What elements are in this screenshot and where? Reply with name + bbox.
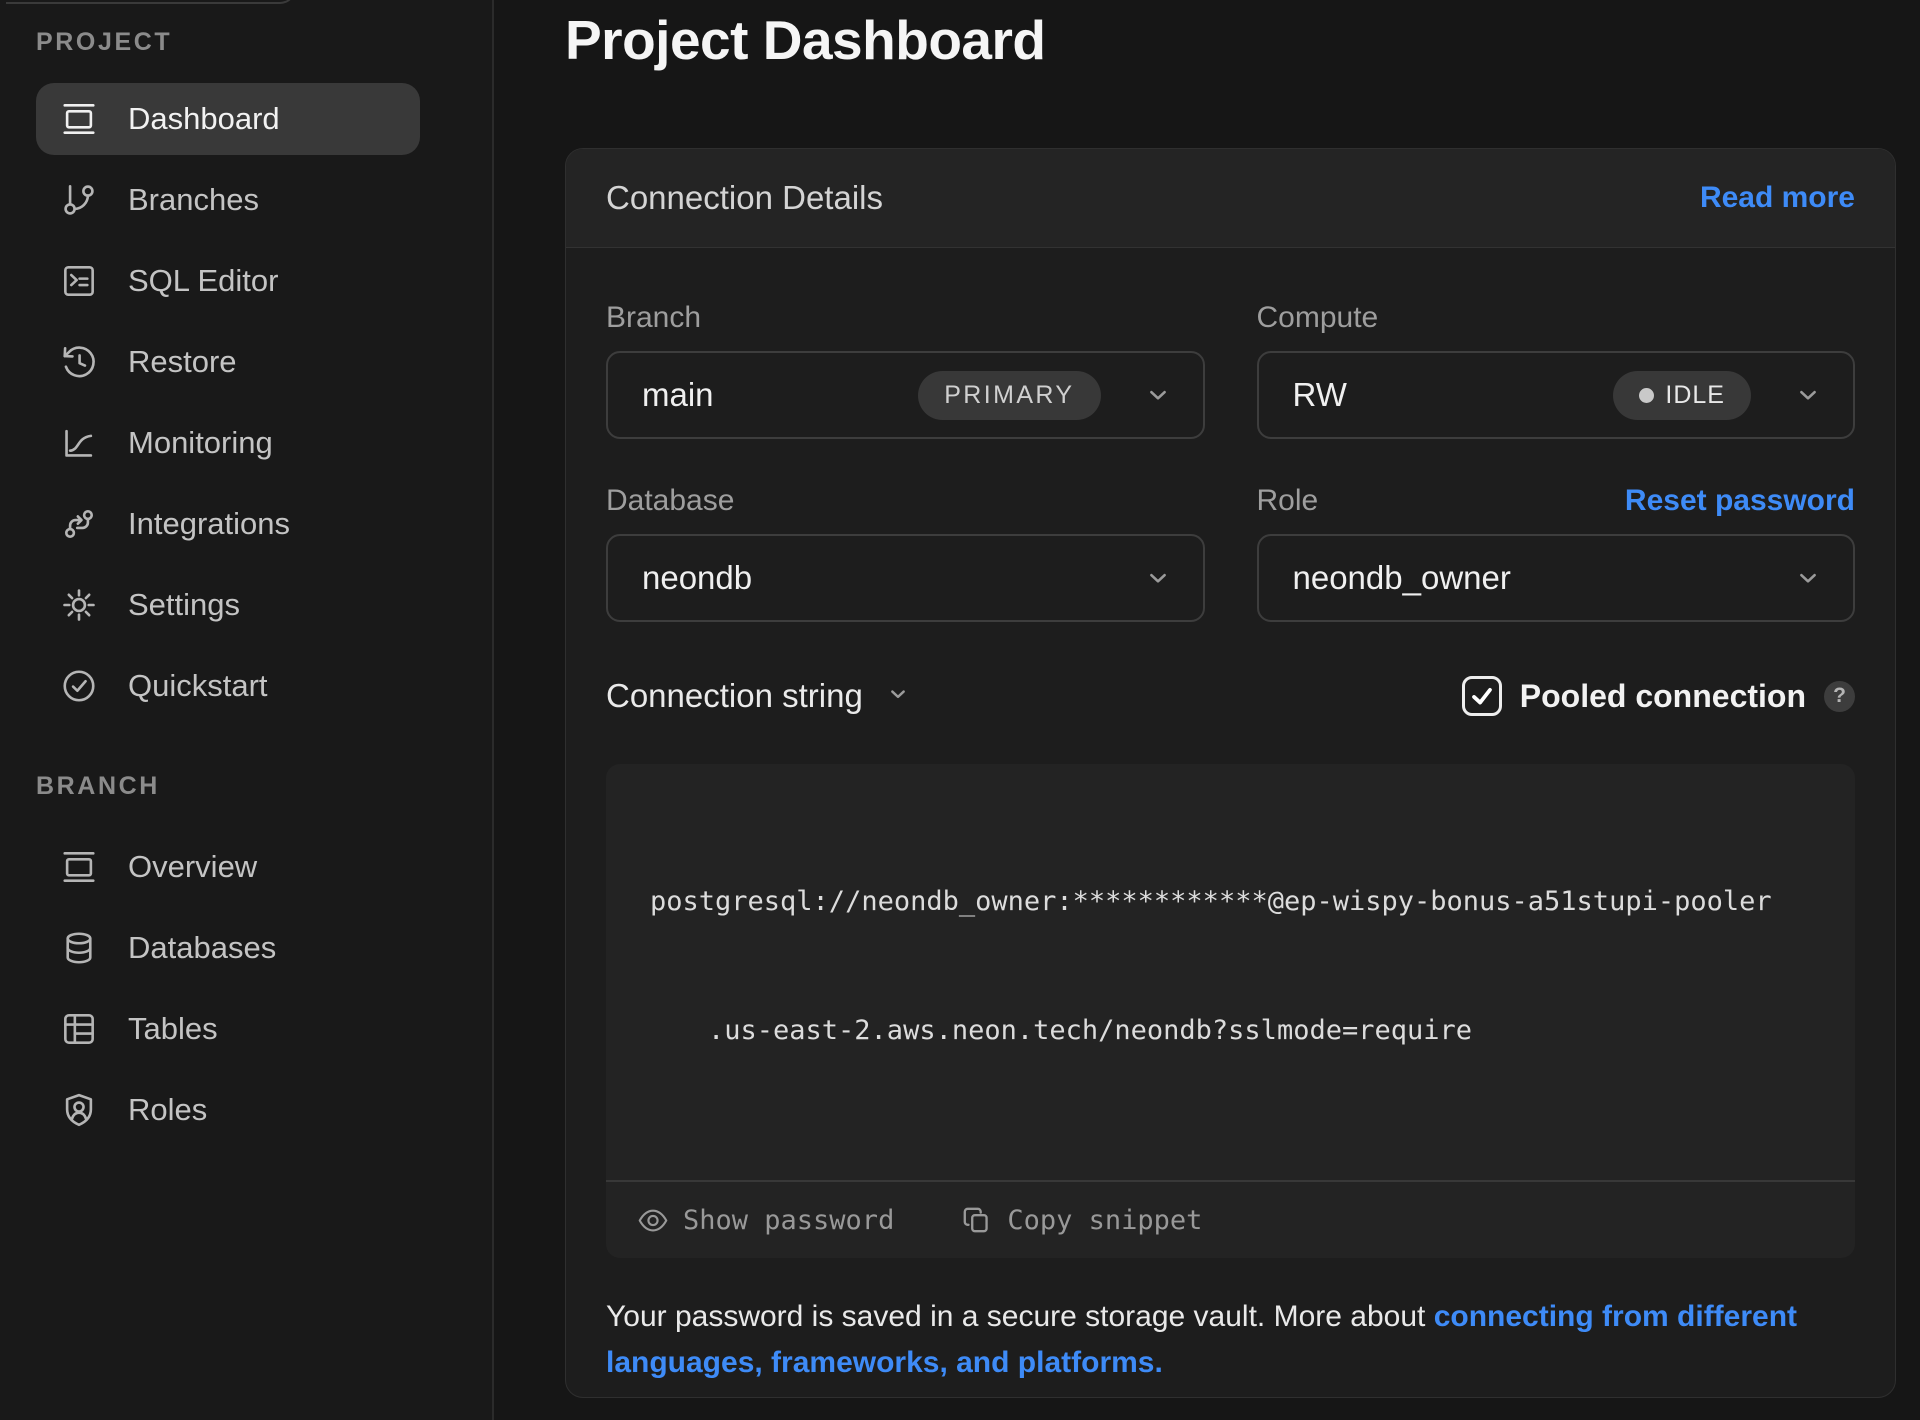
sidebar-item-label: SQL Editor bbox=[128, 263, 278, 299]
sidebar-item-label: Monitoring bbox=[128, 425, 273, 461]
connection-string-line1: postgresql://neondb_owner:************@e… bbox=[650, 880, 1825, 923]
gear-icon bbox=[60, 586, 98, 624]
integrations-icon bbox=[60, 505, 98, 543]
sidebar-item-label: Settings bbox=[128, 587, 240, 623]
sidebar-item-restore[interactable]: Restore bbox=[36, 326, 420, 398]
field-row-2: Database neondb Role Reset password bbox=[606, 483, 1855, 622]
idle-badge-label: IDLE bbox=[1665, 381, 1725, 410]
card-title: Connection Details bbox=[606, 179, 883, 217]
sidebar-item-label: Dashboard bbox=[128, 101, 280, 137]
card-body: Branch main PRIMARY Compute bbox=[566, 248, 1895, 1386]
sql-editor-icon bbox=[60, 262, 98, 300]
show-password-label: Show password bbox=[683, 1205, 894, 1236]
connection-string-dropdown[interactable]: Connection string bbox=[606, 677, 915, 715]
copy-snippet-label: Copy snippet bbox=[1007, 1205, 1202, 1236]
restore-clock-icon bbox=[60, 343, 98, 381]
primary-badge: PRIMARY bbox=[918, 371, 1100, 420]
connection-string-line2: .us-east-2.aws.neon.tech/neondb?sslmode=… bbox=[650, 1009, 1825, 1052]
page-title: Project Dashboard bbox=[565, 8, 1046, 72]
sidebar-item-settings[interactable]: Settings bbox=[36, 569, 420, 641]
table-icon bbox=[60, 1010, 98, 1048]
sidebar-section-branch: BRANCH bbox=[36, 772, 160, 801]
shield-user-icon bbox=[60, 1091, 98, 1129]
branch-select[interactable]: main PRIMARY bbox=[606, 351, 1205, 439]
role-value: neondb_owner bbox=[1293, 559, 1511, 597]
project-nav: Dashboard Branches SQL Editor Restore bbox=[36, 83, 420, 731]
connection-string-label: Connection string bbox=[606, 677, 863, 715]
sidebar-item-label: Quickstart bbox=[128, 668, 268, 704]
pooled-connection-label: Pooled connection bbox=[1520, 678, 1806, 715]
dashboard-icon bbox=[60, 100, 98, 138]
project-selector-edge bbox=[6, 0, 296, 4]
pooled-connection-checkbox[interactable] bbox=[1462, 676, 1502, 716]
help-icon[interactable]: ? bbox=[1824, 681, 1855, 712]
read-more-link[interactable]: Read more bbox=[1700, 181, 1855, 215]
chevron-down-icon bbox=[1793, 563, 1823, 593]
connection-string-code-block: postgresql://neondb_owner:************@e… bbox=[606, 764, 1855, 1258]
password-note: Your password is saved in a secure stora… bbox=[606, 1294, 1821, 1386]
sidebar-item-label: Integrations bbox=[128, 506, 290, 542]
role-select[interactable]: neondb_owner bbox=[1257, 534, 1856, 622]
sidebar-item-databases[interactable]: Databases bbox=[36, 912, 420, 984]
sidebar-item-tables[interactable]: Tables bbox=[36, 993, 420, 1065]
connection-string-row: Connection string Pooled connection ? bbox=[606, 672, 1855, 720]
reset-password-link[interactable]: Reset password bbox=[1625, 484, 1855, 518]
card-header: Connection Details Read more bbox=[566, 149, 1895, 248]
idle-badge: IDLE bbox=[1613, 371, 1751, 420]
branch-field: Branch main PRIMARY bbox=[606, 300, 1205, 439]
compute-field: Compute RW IDLE bbox=[1257, 300, 1856, 439]
compute-select[interactable]: RW IDLE bbox=[1257, 351, 1856, 439]
copy-snippet-button[interactable]: Copy snippet bbox=[960, 1203, 1202, 1237]
database-value: neondb bbox=[642, 559, 752, 597]
sidebar-item-label: Overview bbox=[128, 849, 257, 885]
chevron-down-icon bbox=[885, 681, 915, 711]
sidebar-item-label: Roles bbox=[128, 1092, 207, 1128]
neon-console-screen: PROJECT Dashboard Branches SQL Editor bbox=[0, 0, 1920, 1420]
pooled-connection-control: Pooled connection ? bbox=[1462, 676, 1855, 716]
check-circle-icon bbox=[60, 667, 98, 705]
sidebar-item-label: Tables bbox=[128, 1011, 218, 1047]
compute-value: RW bbox=[1293, 376, 1347, 414]
sidebar-item-quickstart[interactable]: Quickstart bbox=[36, 650, 420, 722]
connection-string-text: postgresql://neondb_owner:************@e… bbox=[606, 764, 1855, 1138]
sidebar-item-integrations[interactable]: Integrations bbox=[36, 488, 420, 560]
sidebar-item-label: Databases bbox=[128, 930, 276, 966]
monitoring-chart-icon bbox=[60, 424, 98, 462]
chevron-down-icon bbox=[1793, 380, 1823, 410]
sidebar-section-project: PROJECT bbox=[36, 28, 172, 57]
idle-status-dot bbox=[1639, 388, 1654, 403]
show-password-button[interactable]: Show password bbox=[636, 1203, 894, 1237]
password-note-text: Your password is saved in a secure stora… bbox=[606, 1300, 1434, 1333]
sidebar: PROJECT Dashboard Branches SQL Editor bbox=[0, 0, 494, 1420]
sidebar-item-label: Restore bbox=[128, 344, 237, 380]
git-branch-icon bbox=[60, 181, 98, 219]
branch-label: Branch bbox=[606, 301, 701, 335]
code-block-footer: Show password Copy snippet bbox=[606, 1180, 1855, 1258]
database-select[interactable]: neondb bbox=[606, 534, 1205, 622]
branch-nav: Overview Databases Tables Roles bbox=[36, 831, 420, 1155]
sidebar-item-overview[interactable]: Overview bbox=[36, 831, 420, 903]
sidebar-item-roles[interactable]: Roles bbox=[36, 1074, 420, 1146]
role-field: Role Reset password neondb_owner bbox=[1257, 483, 1856, 622]
chevron-down-icon bbox=[1143, 563, 1173, 593]
sidebar-item-branches[interactable]: Branches bbox=[36, 164, 420, 236]
compute-label: Compute bbox=[1257, 301, 1379, 335]
database-field: Database neondb bbox=[606, 483, 1205, 622]
sidebar-item-monitoring[interactable]: Monitoring bbox=[36, 407, 420, 479]
sidebar-item-sql-editor[interactable]: SQL Editor bbox=[36, 245, 420, 317]
sidebar-item-label: Branches bbox=[128, 182, 259, 218]
overview-icon bbox=[60, 848, 98, 886]
sidebar-item-dashboard[interactable]: Dashboard bbox=[36, 83, 420, 155]
database-icon bbox=[60, 929, 98, 967]
branch-value: main bbox=[642, 376, 714, 414]
database-label: Database bbox=[606, 484, 734, 518]
chevron-down-icon bbox=[1143, 380, 1173, 410]
role-label: Role bbox=[1257, 484, 1319, 518]
connection-details-card: Connection Details Read more Branch main… bbox=[565, 148, 1896, 1398]
field-row-1: Branch main PRIMARY Compute bbox=[606, 300, 1855, 439]
